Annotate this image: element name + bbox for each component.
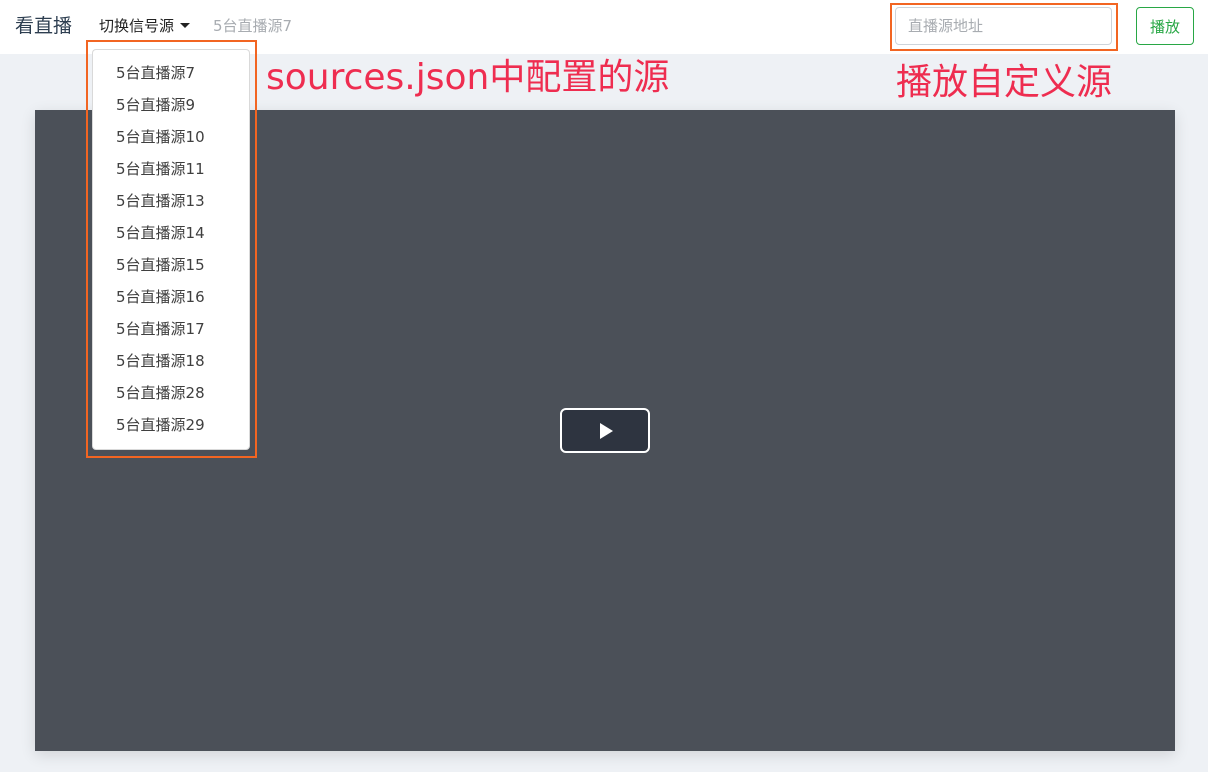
source-menu-item[interactable]: 5台直播源9: [93, 89, 249, 121]
source-menu-item[interactable]: 5台直播源28: [93, 377, 249, 409]
source-menu-item[interactable]: 5台直播源7: [93, 57, 249, 89]
source-menu-item[interactable]: 5台直播源11: [93, 153, 249, 185]
source-menu-item[interactable]: 5台直播源10: [93, 121, 249, 153]
source-menu-item[interactable]: 5台直播源29: [93, 409, 249, 441]
source-menu-item[interactable]: 5台直播源14: [93, 217, 249, 249]
play-button[interactable]: 播放: [1136, 7, 1194, 45]
caret-down-icon: [180, 23, 191, 28]
source-menu-item[interactable]: 5台直播源18: [93, 345, 249, 377]
source-dropdown-label: 切换信号源: [99, 17, 175, 35]
brand-title[interactable]: 看直播: [15, 11, 72, 38]
source-menu-item[interactable]: 5台直播源13: [93, 185, 249, 217]
current-source-label: 5台直播源7: [213, 17, 293, 35]
source-menu-item[interactable]: 5台直播源15: [93, 249, 249, 281]
source-menu-item[interactable]: 5台直播源16: [93, 281, 249, 313]
annotation-sources-note: sources.json中配置的源: [266, 57, 670, 98]
source-dropdown-menu: 5台直播源7 5台直播源9 5台直播源10 5台直播源11 5台直播源13 5台…: [92, 49, 250, 450]
play-icon: [600, 423, 613, 439]
navbar: 看直播 切换信号源 5台直播源7 播放: [0, 0, 1208, 54]
source-dropdown-toggle[interactable]: 切换信号源: [99, 15, 191, 36]
source-menu-item[interactable]: 5台直播源17: [93, 313, 249, 345]
annotation-custom-source-note: 播放自定义源: [896, 62, 1113, 103]
stream-url-input[interactable]: [895, 7, 1112, 45]
big-play-button[interactable]: [560, 408, 650, 453]
